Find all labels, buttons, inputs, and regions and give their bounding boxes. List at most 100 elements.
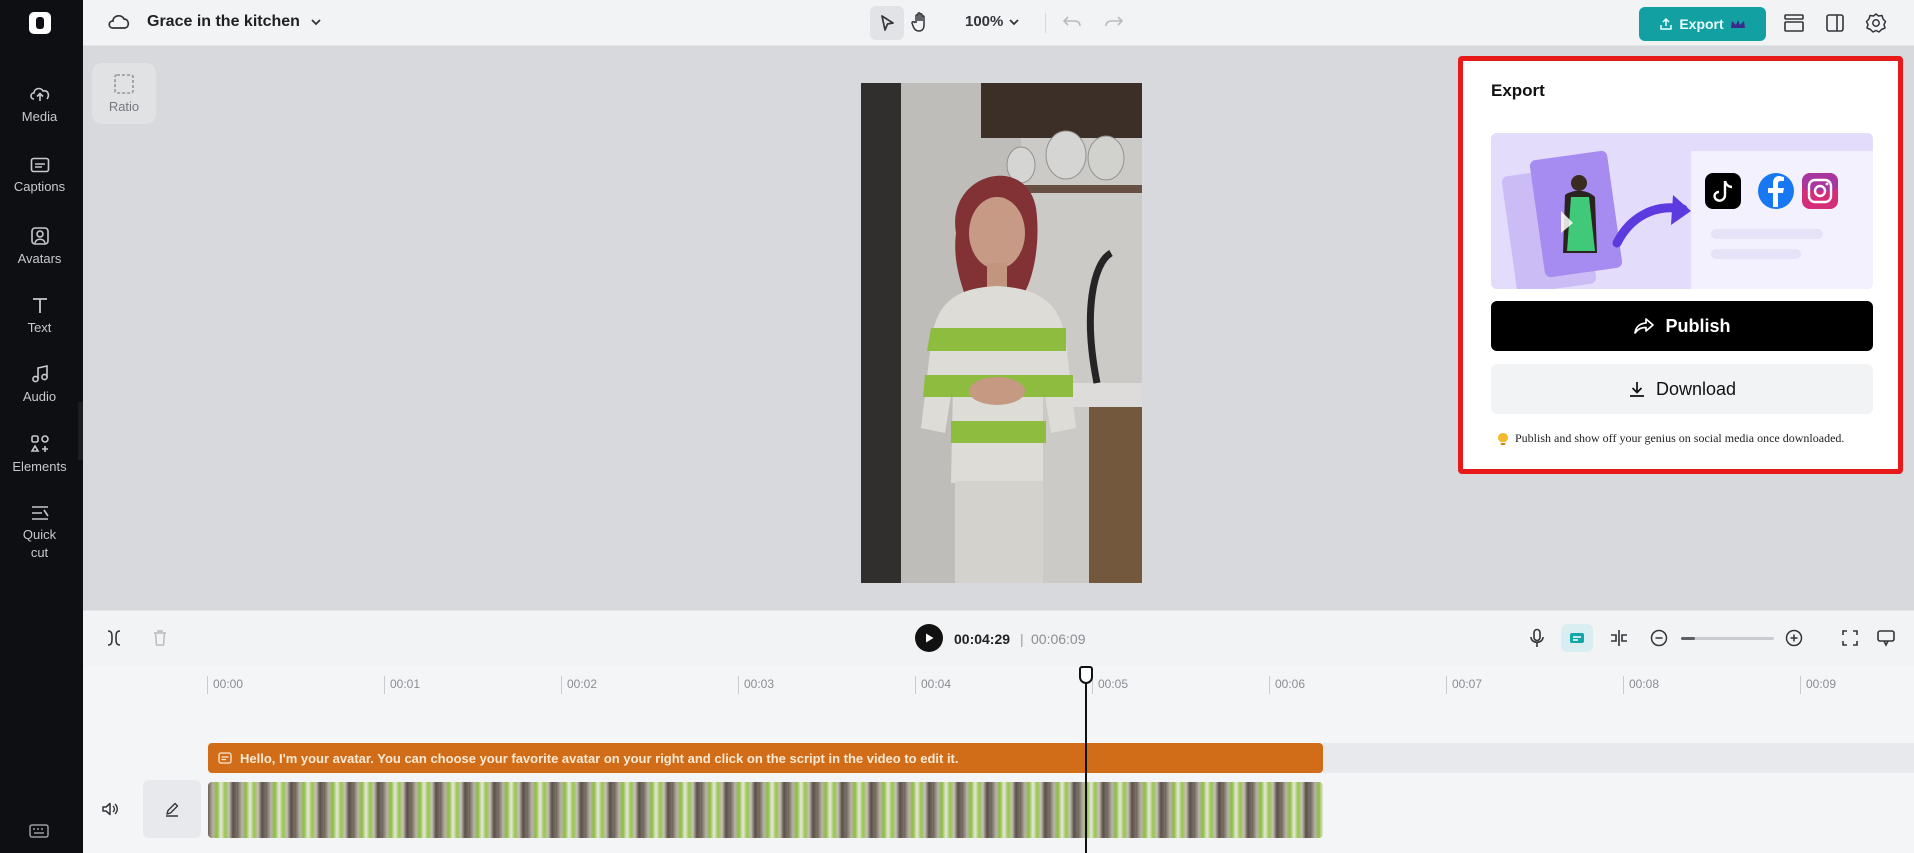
- hand-tool-button[interactable]: [911, 11, 931, 33]
- track-edit-button[interactable]: [143, 780, 201, 838]
- total-duration: 00:06:09: [1031, 631, 1086, 647]
- timeline-zoom-slider[interactable]: [1681, 637, 1774, 640]
- share-arrow-icon: [1634, 318, 1655, 334]
- ratio-button[interactable]: Ratio: [92, 63, 156, 124]
- timeline-zoom-fill: [1681, 637, 1695, 640]
- avatar-video-frame: [861, 83, 1142, 583]
- ruler-tick: 00:01: [384, 676, 420, 694]
- auto-caption-toggle[interactable]: [1561, 624, 1593, 652]
- sidebar-item-label: Text: [27, 320, 52, 335]
- export-dialog: Export Publish Download Publish and show…: [1469, 61, 1892, 464]
- ruler-tick: 00:09: [1800, 676, 1836, 694]
- sidebar-item-label: Avatars: [17, 251, 62, 266]
- toolbar-divider: [1045, 13, 1046, 33]
- lightbulb-icon: [1498, 432, 1508, 445]
- select-tool-button[interactable]: [870, 6, 904, 40]
- snap-icon: [1611, 630, 1627, 646]
- zoom-in-icon: [1785, 629, 1803, 647]
- time-separator: |: [1020, 631, 1024, 647]
- captions-icon: [30, 157, 49, 173]
- sidebar-item-audio[interactable]: Audio: [0, 364, 79, 406]
- ruler-tick: 00:06: [1269, 676, 1305, 694]
- export-illustration: [1491, 133, 1873, 289]
- project-title[interactable]: Grace in the kitchen: [147, 13, 300, 31]
- comment-icon: [1877, 630, 1895, 647]
- trash-icon: [154, 630, 166, 646]
- chevron-down-icon[interactable]: [309, 15, 323, 29]
- playhead-handle[interactable]: [1079, 666, 1093, 684]
- playhead[interactable]: [1085, 676, 1087, 853]
- caption-track-empty: [1323, 743, 1914, 773]
- settings-button[interactable]: [1865, 12, 1887, 34]
- ruler-tick: 00:07: [1446, 676, 1482, 694]
- hand-icon: [911, 12, 925, 32]
- aspect-ratio-icon: [114, 74, 134, 94]
- pencil-icon: [166, 802, 179, 817]
- microphone-button[interactable]: [1529, 628, 1545, 648]
- split-panel-icon: [1826, 14, 1844, 32]
- sidebar-item-elements[interactable]: Elements: [0, 434, 79, 476]
- play-button[interactable]: [915, 624, 943, 652]
- layers-button[interactable]: [1783, 13, 1805, 33]
- export-panel: Export Publish Download Publish and show…: [1458, 56, 1903, 474]
- text-icon: [32, 298, 47, 313]
- fullscreen-icon: [1842, 630, 1858, 646]
- delete-button[interactable]: [152, 629, 168, 647]
- caption-clip[interactable]: Hello, I'm your avatar. You can choose y…: [208, 743, 1323, 773]
- gear-icon: [1865, 13, 1887, 33]
- app-logo[interactable]: [29, 12, 51, 34]
- zoom-out-button[interactable]: [1650, 629, 1668, 647]
- layers-icon: [1784, 14, 1804, 32]
- split-icon: [107, 630, 121, 646]
- sidebar-item-quick-cut[interactable]: Quick cut: [0, 504, 79, 562]
- zoom-out-icon: [1650, 629, 1668, 647]
- redo-button[interactable]: [1104, 13, 1124, 31]
- undo-button[interactable]: [1062, 13, 1082, 31]
- ratio-label: Ratio: [108, 99, 140, 114]
- sidebar-item-captions[interactable]: Captions: [0, 156, 79, 196]
- crown-icon: [1730, 20, 1745, 28]
- sidebar-item-avatars[interactable]: Avatars: [0, 226, 79, 268]
- export-hint-text: Publish and show off your genius on soci…: [1515, 431, 1845, 445]
- panel-toggle-button[interactable]: [1825, 13, 1845, 33]
- quick-cut-icon: [31, 506, 49, 520]
- ruler-tick: 00:08: [1623, 676, 1659, 694]
- caption-clip-text: Hello, I'm your avatar. You can choose y…: [240, 750, 959, 766]
- video-clip[interactable]: [208, 782, 1323, 838]
- export-hint: Publish and show off your genius on soci…: [1497, 431, 1877, 446]
- sidebar-item-text[interactable]: Text: [0, 295, 79, 337]
- ruler-tick: 00:00: [207, 676, 243, 694]
- cloud-sync-icon[interactable]: [107, 12, 131, 32]
- export-button[interactable]: Export: [1639, 7, 1766, 41]
- avatar-icon: [30, 227, 49, 245]
- export-share-icon: [1660, 17, 1673, 30]
- ruler-tick: 00:04: [915, 676, 951, 694]
- zoom-dropdown-icon[interactable]: [1008, 16, 1020, 28]
- fullscreen-button[interactable]: [1841, 629, 1859, 647]
- track-mute-button[interactable]: [101, 801, 119, 817]
- music-note-icon: [31, 365, 48, 383]
- video-preview[interactable]: [861, 83, 1142, 583]
- feedback-button[interactable]: [1876, 629, 1896, 647]
- keyboard-icon[interactable]: [29, 823, 49, 839]
- download-icon: [1629, 382, 1644, 397]
- elements-icon: [30, 435, 49, 452]
- ruler-tick: 00:03: [738, 676, 774, 694]
- upload-cloud-icon: [29, 87, 49, 101]
- download-button[interactable]: Download: [1491, 364, 1873, 414]
- publish-button[interactable]: Publish: [1491, 301, 1873, 351]
- caption-icon: [218, 752, 232, 764]
- sidebar-item-label: Audio: [22, 389, 57, 404]
- social-share-illustration: [1491, 133, 1873, 289]
- microphone-icon: [1530, 628, 1544, 647]
- snap-button[interactable]: [1609, 629, 1629, 647]
- publish-button-label: Publish: [1665, 315, 1731, 336]
- zoom-level[interactable]: 100%: [965, 13, 1003, 30]
- split-button[interactable]: [106, 629, 122, 647]
- ruler-tick: 00:05: [1092, 676, 1128, 694]
- redo-icon: [1105, 16, 1124, 27]
- sidebar-item-label: Captions: [13, 179, 66, 194]
- export-panel-title: Export: [1491, 81, 1545, 100]
- sidebar-item-media[interactable]: Media: [0, 84, 79, 126]
- zoom-in-button[interactable]: [1785, 629, 1803, 647]
